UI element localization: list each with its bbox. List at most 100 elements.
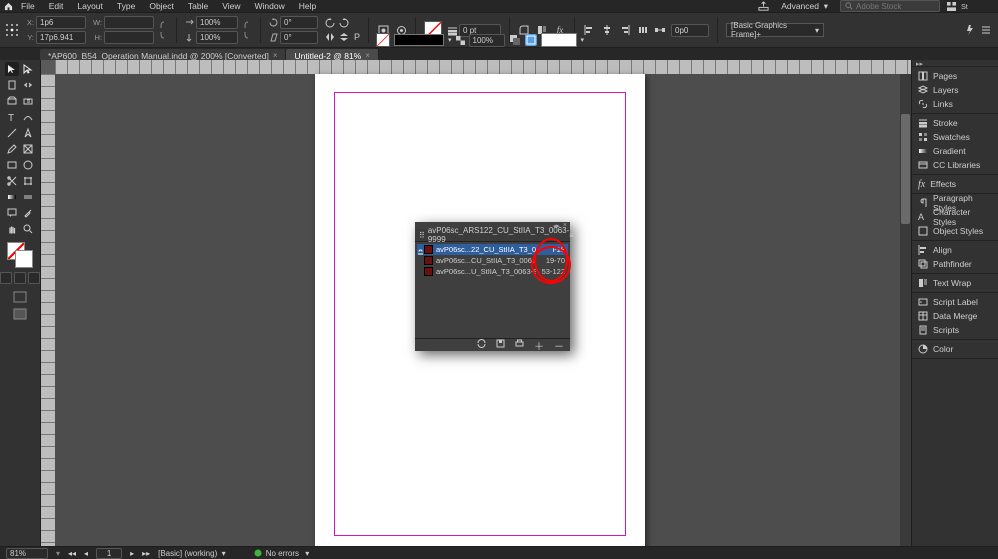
align-center-icon[interactable] bbox=[601, 24, 613, 36]
pencil-tool[interactable] bbox=[5, 142, 19, 156]
menu-edit[interactable]: Edit bbox=[42, 0, 71, 12]
panel-align[interactable]: Align bbox=[912, 243, 998, 257]
stroke-color-swatch[interactable] bbox=[376, 33, 390, 47]
gradient-swatch-tool[interactable] bbox=[5, 190, 19, 204]
rectangle-frame-tool[interactable] bbox=[21, 142, 35, 156]
fill-color-field[interactable] bbox=[541, 33, 577, 47]
publish-online-icon[interactable] bbox=[758, 1, 769, 12]
rotate-field[interactable]: 0° bbox=[280, 16, 318, 29]
panel-color[interactable]: Color bbox=[912, 342, 998, 356]
hand-tool[interactable] bbox=[5, 222, 19, 236]
panel-stroke[interactable]: Stroke bbox=[912, 116, 998, 130]
type-tool[interactable]: T bbox=[5, 110, 19, 124]
pen-tool[interactable] bbox=[21, 126, 35, 140]
menu-window[interactable]: Window bbox=[248, 0, 292, 12]
fill-stroke-proxy[interactable] bbox=[7, 242, 33, 268]
book-document-row[interactable]: avP06sc...CU_StIIA_T3_0063-9999_II 19-70 bbox=[417, 255, 568, 266]
menu-file[interactable]: File bbox=[14, 0, 42, 12]
page-prev-icon[interactable]: ◂◂ bbox=[68, 549, 76, 558]
panel-swatches[interactable]: Swatches bbox=[912, 130, 998, 144]
gap-field[interactable]: 0p0 bbox=[671, 24, 709, 37]
constrain-wh-icon[interactable] bbox=[160, 20, 168, 40]
w-field[interactable] bbox=[104, 16, 154, 29]
scale-y-field[interactable]: 100% bbox=[196, 31, 238, 44]
apply-color-icon[interactable] bbox=[0, 272, 12, 284]
apply-none-icon[interactable] bbox=[28, 272, 40, 284]
panel-pathfinder[interactable]: Pathfinder bbox=[912, 257, 998, 271]
panel-gradient[interactable]: Gradient bbox=[912, 144, 998, 158]
flip-vertical-icon[interactable] bbox=[338, 31, 350, 43]
panel-text-wrap[interactable]: Text Wrap bbox=[912, 276, 998, 290]
close-icon[interactable]: × bbox=[273, 51, 278, 60]
flip-horizontal-icon[interactable] bbox=[324, 31, 336, 43]
workspace-switcher[interactable]: Advanced ▾ bbox=[775, 1, 834, 12]
gap-tool[interactable] bbox=[21, 78, 35, 92]
book-document-row[interactable]: avP06sc...22_CU_StIIA_T3_0063-9999_I i-1… bbox=[417, 244, 568, 255]
reference-point-proxy[interactable] bbox=[6, 24, 18, 36]
zoom-level-field[interactable]: 81% bbox=[6, 548, 48, 559]
vertical-scrollbar[interactable] bbox=[900, 74, 911, 547]
drop-shadow-icon[interactable] bbox=[509, 34, 521, 46]
rotate-cw-icon[interactable] bbox=[338, 17, 350, 29]
preflight-status[interactable]: No errors ▾ bbox=[254, 549, 310, 558]
panel-scripts[interactable]: Scripts bbox=[912, 323, 998, 337]
distribute-icon[interactable] bbox=[637, 24, 649, 36]
panel-script-label[interactable]: Script Label bbox=[912, 295, 998, 309]
rectangle-tool[interactable] bbox=[5, 158, 19, 172]
save-book-icon[interactable] bbox=[496, 339, 505, 351]
arrange-icon[interactable] bbox=[946, 1, 956, 11]
type-on-path-tool[interactable] bbox=[21, 110, 35, 124]
constrain-scale-icon[interactable] bbox=[244, 20, 252, 40]
content-collector-tool[interactable] bbox=[5, 94, 19, 108]
object-style-field[interactable]: [Basic Graphics Frame]+▾ bbox=[726, 23, 824, 37]
panel-grip-icon[interactable]: ⠿ bbox=[419, 231, 425, 240]
y-field[interactable]: 17p6.941 bbox=[36, 31, 86, 44]
opacity-field[interactable]: 100% bbox=[469, 34, 505, 47]
app-home-icon[interactable] bbox=[2, 0, 14, 12]
stroke-style-field[interactable] bbox=[394, 34, 444, 46]
menu-object[interactable]: Object bbox=[142, 0, 181, 12]
panel-menu-icon[interactable]: ≡ bbox=[569, 231, 574, 240]
stock-icon[interactable]: St bbox=[960, 1, 970, 11]
menu-type[interactable]: Type bbox=[110, 0, 142, 12]
master-applied[interactable]: [Basic] (working) ▾ bbox=[158, 549, 226, 558]
dock-collapse-icon[interactable]: ▸▸ bbox=[916, 60, 923, 66]
rotate-ccw-icon[interactable] bbox=[324, 17, 336, 29]
panel-layers[interactable]: Layers bbox=[912, 83, 998, 97]
menu-help[interactable]: Help bbox=[292, 0, 323, 12]
preview-mode[interactable] bbox=[13, 307, 27, 321]
content-placer-tool[interactable] bbox=[21, 94, 35, 108]
fit-content-icon[interactable] bbox=[525, 34, 537, 46]
note-tool[interactable] bbox=[5, 206, 19, 220]
align-right-icon[interactable] bbox=[619, 24, 631, 36]
panel-character-styles[interactable]: ACharacter Styles bbox=[912, 210, 998, 224]
menu-table[interactable]: Table bbox=[181, 0, 215, 12]
page-next-one-icon[interactable]: ▸ bbox=[130, 549, 134, 558]
panel-pages[interactable]: Pages bbox=[912, 69, 998, 83]
panel-links[interactable]: Links bbox=[912, 97, 998, 111]
align-left-icon[interactable] bbox=[583, 24, 595, 36]
direct-selection-tool[interactable] bbox=[21, 62, 35, 76]
page-next-icon[interactable]: ▸▸ bbox=[142, 549, 150, 558]
x-field[interactable]: 1p6 bbox=[36, 16, 86, 29]
normal-view-mode[interactable] bbox=[13, 290, 27, 304]
scale-x-field[interactable]: 100% bbox=[196, 16, 238, 29]
sync-styles-icon[interactable] bbox=[477, 339, 486, 351]
panel-effects[interactable]: fxEffects bbox=[912, 177, 998, 191]
book-document-row[interactable]: avP06sc...U_StIIA_T3_0063-9999_III 53-12… bbox=[417, 266, 568, 277]
add-document-icon[interactable]: ＋ bbox=[534, 338, 544, 353]
menu-layout[interactable]: Layout bbox=[70, 0, 110, 12]
gradient-feather-tool[interactable] bbox=[21, 190, 35, 204]
line-tool[interactable] bbox=[5, 126, 19, 140]
page-number-field[interactable]: 1 bbox=[96, 548, 122, 559]
page-prev-one-icon[interactable]: ◂ bbox=[84, 549, 88, 558]
panel-data-merge[interactable]: Data Merge bbox=[912, 309, 998, 323]
panel-cc-libraries[interactable]: CC Libraries bbox=[912, 158, 998, 172]
ruler-origin[interactable] bbox=[41, 60, 56, 75]
menu-view[interactable]: View bbox=[215, 0, 247, 12]
stock-search-input[interactable]: Adobe Stock bbox=[840, 0, 940, 12]
book-panel[interactable]: ◂▸ × ⠿avP06sc_ARS122_CU_StIIA_T3_0063-99… bbox=[415, 222, 570, 351]
document-viewport[interactable]: ◂▸ × ⠿avP06sc_ARS122_CU_StIIA_T3_0063-99… bbox=[41, 60, 911, 547]
horizontal-ruler[interactable] bbox=[55, 60, 911, 75]
print-book-icon[interactable] bbox=[515, 339, 524, 351]
